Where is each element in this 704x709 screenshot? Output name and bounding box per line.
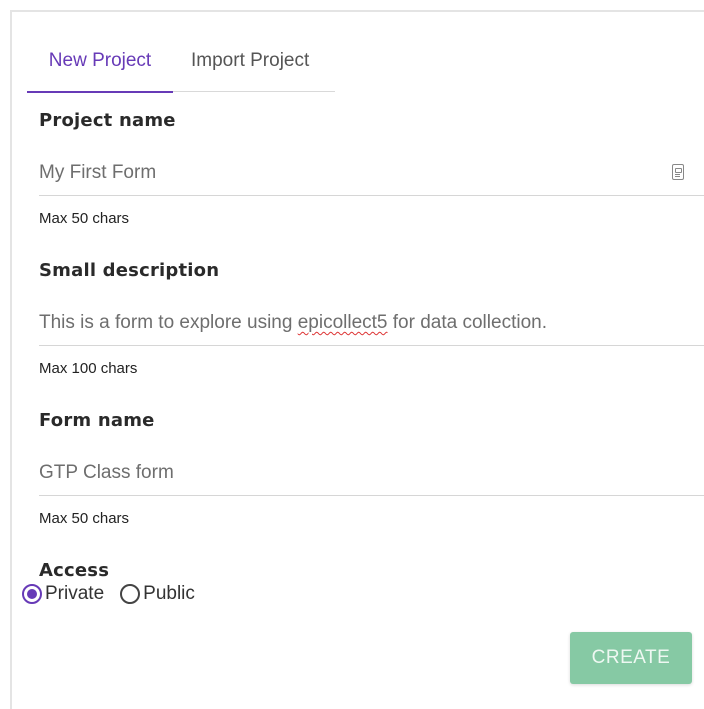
project-name-value[interactable]: My First Form: [39, 162, 156, 183]
spellcheck-word: epicollect5: [297, 312, 388, 333]
project-name-label: Project name: [39, 110, 176, 131]
radio-private[interactable]: [22, 584, 42, 604]
form-name-label: Form name: [39, 410, 155, 431]
radio-private-label: Private: [45, 583, 105, 604]
description-value[interactable]: This is a form to explore using epicolle…: [39, 312, 547, 333]
radio-public-label: Public: [143, 583, 195, 604]
create-button[interactable]: CREATE: [570, 632, 692, 684]
form-name-value[interactable]: GTP Class form: [39, 462, 174, 483]
autofill-contact-icon[interactable]: [672, 164, 684, 180]
access-option-public[interactable]: Public: [120, 583, 195, 605]
description-field[interactable]: This is a form to explore using epicolle…: [39, 300, 704, 346]
project-tabs: New Project Import Project: [27, 44, 335, 93]
description-label: Small description: [39, 260, 220, 281]
form-name-hint: Max 50 chars: [39, 510, 130, 527]
project-name-field[interactable]: My First Form: [39, 150, 704, 196]
form-name-field[interactable]: GTP Class form: [39, 450, 704, 496]
radio-public[interactable]: [120, 584, 141, 604]
access-label: Access: [39, 560, 110, 581]
access-option-private[interactable]: Private: [22, 583, 104, 605]
access-radio-group: Private Public: [22, 583, 211, 605]
tab-import-project[interactable]: Import Project: [173, 44, 309, 92]
tab-new-project[interactable]: New Project: [27, 44, 173, 93]
description-hint: Max 100 chars: [39, 360, 138, 377]
project-name-hint: Max 50 chars: [39, 210, 130, 227]
